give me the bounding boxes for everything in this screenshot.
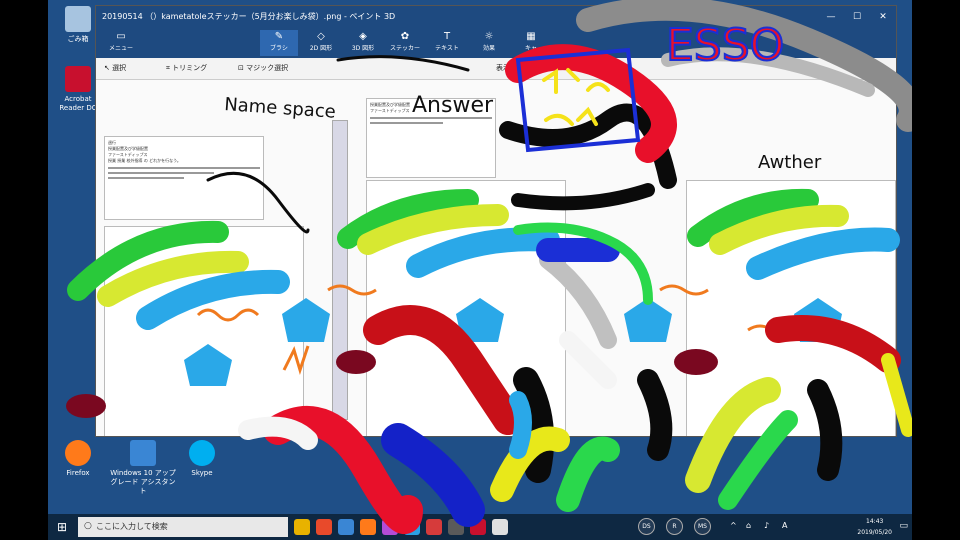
- pentagon-sticker: [184, 344, 232, 386]
- handwriting-name-space: Name space: [224, 94, 337, 123]
- sticker-arcs-left: [67, 220, 290, 330]
- maroon-blob: [336, 350, 376, 374]
- maroon-blob: [674, 349, 718, 375]
- handwriting-author: Awther: [758, 152, 822, 173]
- sticker-arcs-right: [687, 188, 900, 280]
- paint-strokes-overlay: Name space Answer Awther ESSO: [66, 0, 912, 534]
- handwriting-esso: ESSO: [666, 20, 784, 71]
- handwriting-answer: Answer: [412, 93, 494, 118]
- white-strokes: [238, 331, 617, 450]
- pentagon-sticker: [282, 298, 330, 342]
- maroon-blob: [66, 394, 106, 418]
- desktop-screen: ごみ箱 Acrobat Reader DC Firefox Windows 10…: [48, 0, 912, 540]
